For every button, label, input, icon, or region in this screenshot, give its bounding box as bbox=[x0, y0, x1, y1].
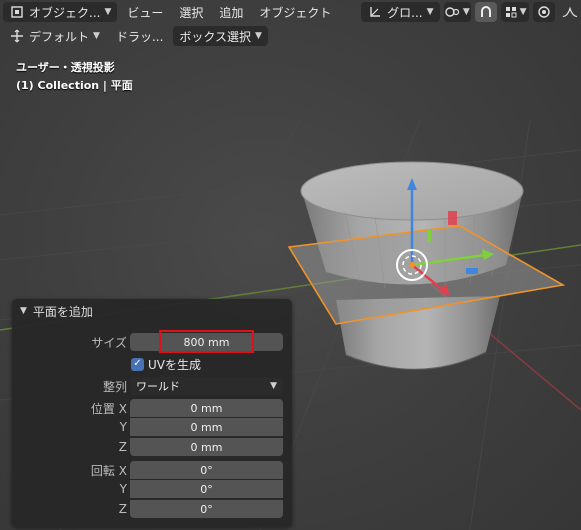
align-label: 整列 bbox=[102, 379, 127, 394]
grid-snap-icon bbox=[504, 4, 518, 20]
rotation-z-label: Z bbox=[118, 502, 127, 516]
align-row: 整列 ワールド ▼ bbox=[12, 377, 292, 395]
location-x-row: 位置 X 0 mm bbox=[12, 399, 292, 417]
collection-label: (1) Collection | 平面 bbox=[16, 79, 133, 92]
rotation-y-label: Y bbox=[119, 482, 127, 496]
rotation-x-row: 回転 X 0° bbox=[12, 461, 292, 479]
chevron-down-icon: ▼ bbox=[104, 7, 112, 17]
generate-uv-label: UVを生成 bbox=[148, 357, 201, 372]
location-x-label: 位置 X bbox=[90, 401, 127, 416]
transform-orientation-selector[interactable]: グロ... ▼ bbox=[361, 2, 440, 22]
rotation-y-row: Y 0° bbox=[12, 480, 292, 498]
size-label: サイズ bbox=[91, 335, 127, 350]
select-mode-label: ボックス選択 bbox=[179, 29, 252, 44]
select-mode-selector[interactable]: ボックス選択 ▼ bbox=[173, 26, 268, 46]
rotation-y-field[interactable]: 0° bbox=[130, 480, 283, 498]
pivot-label: デフォルト bbox=[29, 29, 90, 44]
rotation-z-row: Z 0° bbox=[12, 500, 292, 518]
pivot-selector[interactable]: デフォルト ▼ bbox=[3, 26, 106, 46]
drag-option[interactable]: ドラッ... bbox=[110, 26, 169, 46]
uv-row: ✓ UVを生成 bbox=[12, 355, 292, 373]
orientation-label: グロ... bbox=[387, 5, 423, 20]
add-plane-operator-panel: ▼ 平面を追加 サイズ 800 mm ✓ UVを生成 整列 ワールド ▼ 位置 … bbox=[12, 299, 292, 527]
viewport-header: オブジェク... ▼ ビュー 選択 追加 オブジェクト グロ... ▼ ▼ ▼ bbox=[0, 0, 581, 24]
size-row: サイズ 800 mm bbox=[12, 333, 292, 351]
generate-uv-checkbox[interactable]: ✓ bbox=[131, 357, 144, 371]
falloff-button[interactable] bbox=[559, 2, 581, 22]
chevron-down-icon: ▼ bbox=[93, 31, 100, 41]
pivot-point-button[interactable]: ▼ bbox=[443, 2, 472, 22]
proportional-edit-icon bbox=[536, 4, 552, 20]
location-z-field[interactable]: 0 mm bbox=[130, 438, 283, 456]
location-z-row: Z 0 mm bbox=[12, 438, 292, 456]
menu-view[interactable]: ビュー bbox=[121, 2, 169, 22]
panel-title: 平面を追加 bbox=[32, 304, 93, 319]
object-mode-icon bbox=[9, 4, 25, 20]
snap-target-button[interactable]: ▼ bbox=[501, 2, 529, 22]
location-y-row: Y 0 mm bbox=[12, 418, 292, 436]
mode-selector[interactable]: オブジェク... ▼ bbox=[3, 2, 118, 22]
chevron-down-icon: ▼ bbox=[519, 7, 527, 17]
rotation-x-field[interactable]: 0° bbox=[130, 461, 283, 479]
rotation-z-field[interactable]: 0° bbox=[130, 500, 283, 518]
chevron-down-icon: ▼ bbox=[255, 31, 262, 41]
size-field[interactable]: 800 mm bbox=[130, 333, 283, 351]
location-y-field[interactable]: 0 mm bbox=[130, 418, 283, 436]
snap-toggle[interactable] bbox=[475, 2, 498, 22]
pivot-link-icon bbox=[445, 4, 461, 20]
chevron-down-icon: ▼ bbox=[462, 7, 470, 17]
falloff-curve-icon bbox=[562, 4, 578, 20]
location-y-label: Y bbox=[119, 420, 127, 434]
location-x-field[interactable]: 0 mm bbox=[130, 399, 283, 417]
chevron-down-icon: ▼ bbox=[20, 306, 27, 316]
menu-add[interactable]: 追加 bbox=[213, 2, 249, 22]
move-cursor-icon bbox=[9, 28, 25, 44]
chevron-down-icon: ▼ bbox=[270, 381, 277, 391]
align-dropdown[interactable]: ワールド ▼ bbox=[130, 377, 283, 395]
tool-header: デフォルト ▼ ドラッ... ボックス選択 ▼ bbox=[0, 25, 581, 47]
proportional-edit-toggle[interactable] bbox=[532, 2, 555, 22]
chevron-down-icon: ▼ bbox=[426, 7, 434, 17]
view-perspective-label: ユーザー・透視投影 bbox=[16, 61, 115, 74]
panel-header[interactable]: ▼ 平面を追加 bbox=[12, 299, 292, 323]
align-value: ワールド bbox=[136, 380, 180, 393]
magnet-icon bbox=[478, 4, 494, 20]
location-z-label: Z bbox=[118, 440, 127, 454]
orientation-axes-icon bbox=[367, 4, 383, 20]
mode-label: オブジェク... bbox=[29, 5, 101, 20]
menu-object[interactable]: オブジェクト bbox=[253, 2, 337, 22]
rotation-x-label: 回転 X bbox=[90, 463, 127, 478]
menu-select[interactable]: 選択 bbox=[173, 2, 209, 22]
